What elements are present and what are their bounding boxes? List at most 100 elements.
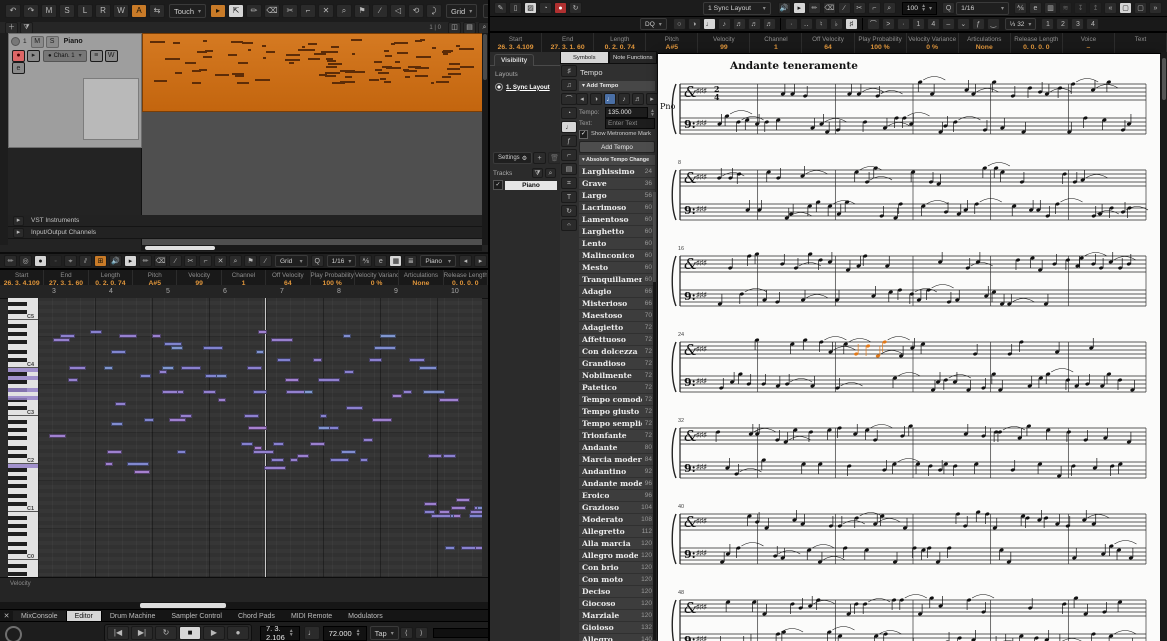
info-field[interactable]: Velocity 99 bbox=[698, 33, 751, 53]
tempo-display[interactable]: 72.000 ▲ ▼ bbox=[322, 625, 367, 641]
text-palette-button[interactable]: T bbox=[561, 191, 577, 203]
half-note-button[interactable]: ◑ bbox=[590, 93, 602, 105]
info-field[interactable]: Off Velocity 64 bbox=[802, 33, 855, 53]
add-layout-button[interactable]: + bbox=[533, 152, 547, 164]
eighth-note-button[interactable]: ♪ bbox=[717, 18, 731, 30]
lower-zone-tab[interactable]: Editor bbox=[66, 610, 102, 622]
info-field[interactable]: Pitch A#5 bbox=[646, 33, 699, 53]
tempo-list-item[interactable]: Lacrimoso 60 bbox=[579, 202, 655, 213]
tempo-list-item[interactable]: Misterioso 66 bbox=[579, 298, 655, 309]
record-arm-button[interactable]: ● bbox=[12, 49, 25, 62]
info-field[interactable]: Articulations None bbox=[959, 33, 1011, 53]
feedback-icon[interactable]: 🔊 bbox=[777, 2, 791, 14]
flip-down-icon[interactable]: ↧ bbox=[1074, 2, 1087, 14]
track-header-piano[interactable]: 1 M S Piano ● ▸ ● Chan. 1 ▾ ≡ W e bbox=[8, 33, 142, 148]
eighth-note-button[interactable]: ♪ bbox=[618, 93, 630, 105]
key-editor-ruler[interactable]: 3 4 5 6 7 8 9 10 bbox=[0, 285, 488, 299]
folder-track-row[interactable]: ▸ VST Instruments bbox=[8, 215, 482, 227]
read-automation-button[interactable]: R bbox=[95, 4, 111, 18]
mute-tool[interactable]: ✕ bbox=[318, 4, 335, 18]
auto-scroll-icon[interactable]: ⌖ bbox=[64, 255, 77, 267]
fermata-palette-button[interactable]: 𝄐 bbox=[561, 219, 577, 231]
tempo-list-item[interactable]: Eroico 96 bbox=[579, 490, 655, 501]
zoom-tool[interactable]: ⌕ bbox=[336, 4, 353, 18]
layout-settings-button[interactable]: Settings ⚙ bbox=[493, 152, 533, 164]
track-solo-button[interactable]: S bbox=[45, 35, 59, 48]
piano-keyboard[interactable]: C5 C4 C3 C2 C1 C0 bbox=[8, 298, 39, 577]
lower-zone-tab[interactable]: Drum Machine bbox=[102, 611, 164, 622]
tempo-list-item[interactable]: Affettuoso 72 bbox=[579, 334, 655, 345]
glue-tool[interactable]: ⌐ bbox=[300, 4, 317, 18]
track-search-icon[interactable]: ⌕ bbox=[545, 168, 556, 178]
iterative-quantize-icon[interactable]: ⅍ bbox=[359, 255, 373, 267]
curve-tool[interactable]: ⤸ bbox=[426, 4, 443, 18]
solo-all-button[interactable]: S bbox=[59, 4, 75, 18]
tempo-palette-button[interactable]: ♩ bbox=[561, 121, 577, 133]
score-quantize-select[interactable]: 1/16 ▾ bbox=[956, 1, 1009, 15]
clock-palette-button[interactable]: ◔ bbox=[561, 107, 577, 119]
open-mixer-icon[interactable]: ▤ bbox=[463, 21, 476, 34]
tempo-list-item[interactable]: Allegro moderato120 bbox=[579, 550, 655, 561]
notes-palette-button[interactable]: ♫ bbox=[561, 79, 577, 91]
collapse-right-icon[interactable]: » bbox=[1149, 2, 1162, 14]
window-layout2-icon[interactable]: ▢ bbox=[1134, 2, 1147, 14]
dynamic-button[interactable]: ƒ bbox=[971, 18, 985, 30]
tempo-list-item[interactable]: Marcia moderato84 bbox=[579, 454, 655, 465]
tempo-list-item[interactable]: Con dolcezza 72 bbox=[579, 346, 655, 357]
tempo-list-item[interactable]: Nobilmente 72 bbox=[579, 370, 655, 381]
info-field[interactable]: End 27. 3. 1. 60 bbox=[542, 33, 595, 53]
part-prev-icon[interactable]: ◂ bbox=[459, 255, 472, 267]
edit-icon[interactable]: e bbox=[374, 255, 388, 267]
checkbox-icon[interactable]: ✓ bbox=[579, 129, 588, 139]
camera-icon[interactable]: ◫ bbox=[448, 21, 461, 34]
auto-punch-icon[interactable]: ⇆ bbox=[149, 4, 165, 18]
tempo-list-item[interactable]: Lamentoso 60 bbox=[579, 214, 655, 225]
glue-tool[interactable]: ⌐ bbox=[867, 2, 881, 14]
tempo-text-field[interactable]: Enter Text bbox=[605, 118, 655, 129]
tenuto-button[interactable]: – bbox=[941, 18, 955, 30]
track-filter-icon[interactable]: ⧩ bbox=[532, 168, 543, 178]
tempo-list-item[interactable]: Adagio 66 bbox=[579, 286, 655, 297]
tempo-list-item[interactable]: Allegretto 112 bbox=[579, 526, 655, 537]
midi-part-piano[interactable] bbox=[142, 33, 484, 112]
record-button[interactable]: ● bbox=[227, 626, 249, 640]
color-tool[interactable]: ⟲ bbox=[408, 4, 425, 18]
lower-zone-tab[interactable]: MIDI Remote bbox=[283, 611, 340, 622]
marcato-button[interactable]: ⌄ bbox=[956, 18, 970, 30]
split-tool[interactable]: ✂ bbox=[184, 255, 197, 267]
finger-1-button[interactable]: 1 bbox=[911, 18, 925, 30]
dynamics-palette-button[interactable]: ƒ bbox=[561, 135, 577, 147]
folder-track-row[interactable]: ▸ Input/Output Channels bbox=[8, 227, 482, 239]
select-tool[interactable]: ▸ bbox=[792, 2, 806, 14]
mute-all-button[interactable]: M bbox=[41, 4, 57, 18]
absolute-tempo-section-header[interactable]: ▾ Absolute Tempo Change bbox=[579, 155, 655, 165]
tempo-list-item[interactable]: Grandioso 72 bbox=[579, 358, 655, 369]
tempo-list-item[interactable]: Tranquillamente60 bbox=[579, 274, 655, 285]
line-tool[interactable]: ∕ bbox=[372, 4, 389, 18]
tempo-list-item[interactable]: Deciso 120 bbox=[579, 586, 655, 597]
keys-palette-button[interactable]: ♯ bbox=[561, 65, 577, 77]
metronome-mark-row[interactable]: ✓ Show Metronome Mark bbox=[579, 129, 655, 139]
punch-out-icon[interactable]: ⟩ bbox=[414, 627, 428, 639]
add-track-button[interactable]: ＋ bbox=[5, 21, 18, 34]
voice-4-button[interactable]: 4 bbox=[1086, 18, 1100, 30]
erase-tool[interactable]: ⌫ bbox=[264, 4, 281, 18]
position-display[interactable]: 7. 3. 2.106 ▲ ▼ bbox=[260, 624, 300, 641]
tempo-list-item[interactable]: Moderato 108 bbox=[579, 514, 655, 525]
comp-tool[interactable]: ⚑ bbox=[354, 4, 371, 18]
cycle-icon[interactable]: ↻ bbox=[569, 2, 582, 14]
tempo-list-item[interactable]: Andante 80 bbox=[579, 442, 655, 453]
collapse-left-icon[interactable]: « bbox=[1104, 2, 1117, 14]
line-tool[interactable]: ∕ bbox=[837, 2, 851, 14]
part-borders-icon[interactable]: ⫽ bbox=[79, 255, 92, 267]
slur-button[interactable]: ‿ bbox=[986, 18, 1000, 30]
record-in-editor-button[interactable]: ● bbox=[34, 255, 47, 267]
sixteenth-note-button[interactable]: ♬ bbox=[732, 18, 746, 30]
draw-tool[interactable]: ✏ bbox=[246, 4, 263, 18]
play-tool[interactable]: ◁ bbox=[390, 4, 407, 18]
lower-zone-tab[interactable]: Sampler Control bbox=[163, 611, 230, 622]
setup-icon[interactable]: ✏ bbox=[4, 255, 17, 267]
page-mode-icon[interactable]: ▯ bbox=[509, 2, 522, 14]
undo-icon[interactable]: ↶ bbox=[5, 4, 21, 18]
channel-select[interactable]: ● Chan. 1 ▾ bbox=[43, 49, 87, 62]
